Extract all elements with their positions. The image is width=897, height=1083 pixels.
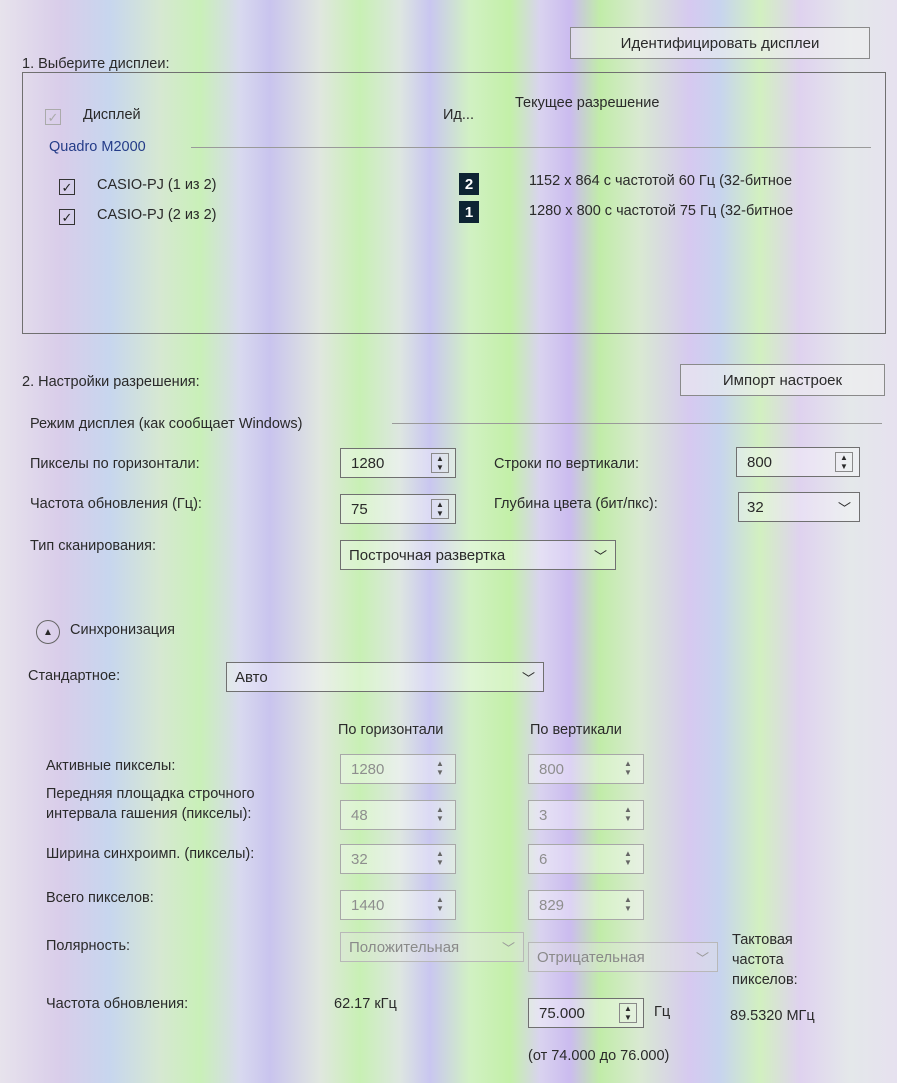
pixel-clock-label: Тактовая частота пикселов: — [732, 930, 798, 990]
refresh-rate-label: Частота обновления (Гц): — [30, 496, 202, 512]
front-porch-v-spinbox[interactable]: 3 ▲ ▼ — [528, 800, 644, 830]
v-refresh-spinbox[interactable]: 75.000 ▲ ▼ — [528, 998, 644, 1028]
display-id-badge: 1 — [459, 201, 479, 223]
timing-section-label[interactable]: Синхронизация — [70, 622, 175, 638]
sync-width-label: Ширина синхроимп. (пикселы): — [46, 846, 255, 862]
total-v-value: 829 — [539, 897, 565, 914]
front-porch-v-value: 3 — [539, 807, 548, 824]
section2-title: 2. Настройки разрешения: — [22, 374, 200, 390]
display-checkbox[interactable]: ✓ — [59, 209, 75, 225]
sync-width-v-spinbox[interactable]: 6 ▲ ▼ — [528, 844, 644, 874]
front-porch-label-1: Передняя площадка строчного — [46, 786, 255, 802]
v-lines-value: 800 — [747, 454, 773, 471]
chevron-down-icon: ﹀ — [695, 951, 709, 966]
front-porch-h-value: 48 — [351, 807, 368, 824]
sync-width-v-value: 6 — [539, 851, 548, 868]
spin-arrows-icon[interactable]: ▲ ▼ — [431, 849, 449, 869]
scan-type-select[interactable]: Построчная развертка ﹀ — [340, 540, 616, 570]
total-v-spinbox[interactable]: 829 ▲ ▼ — [528, 890, 644, 920]
refresh-rate-spinbox[interactable]: 75 ▲ ▼ — [340, 494, 456, 524]
display-name: CASIO-PJ (2 из 2) — [97, 207, 217, 223]
spin-arrows-icon[interactable]: ▲ ▼ — [431, 453, 449, 473]
active-v-value: 800 — [539, 761, 565, 778]
section1-title: 1. Выберите дисплеи: — [22, 56, 170, 72]
column-vertical: По вертикали — [530, 722, 622, 738]
pixel-clock-value: 89.5320 МГц — [730, 1008, 815, 1024]
v-lines-spinbox[interactable]: 800 ▲ ▼ — [736, 447, 860, 477]
h-refresh-value: 62.17 кГц — [334, 996, 397, 1012]
import-settings-button[interactable]: Импорт настроек — [680, 364, 885, 396]
spin-arrows-icon[interactable]: ▲ ▼ — [431, 759, 449, 779]
color-depth-value: 32 — [747, 499, 764, 516]
timing-refresh-label: Частота обновления: — [46, 996, 189, 1012]
polarity-h-select[interactable]: Положительная ﹀ — [340, 932, 524, 962]
color-depth-label: Глубина цвета (бит/пкс): — [494, 496, 658, 512]
gpu-group-label: Quadro M2000 — [49, 139, 146, 155]
display-resolution: 1152 x 864 с частотой 60 Гц (32-битное — [529, 173, 793, 189]
chevron-down-icon: ﹀ — [593, 549, 607, 564]
polarity-v-select[interactable]: Отрицательная ﹀ — [528, 942, 718, 972]
chevron-down-icon: ﹀ — [837, 501, 851, 516]
spin-arrows-icon[interactable]: ▲ ▼ — [619, 849, 637, 869]
column-header-resolution[interactable]: Текущее разрешение — [515, 95, 659, 111]
display-name: CASIO-PJ (1 из 2) — [97, 177, 217, 193]
refresh-range-text: (от 74.000 до 76.000) — [528, 1048, 670, 1064]
sync-width-h-spinbox[interactable]: 32 ▲ ▼ — [340, 844, 456, 874]
front-porch-label-2: интервала гашения (пикселы): — [46, 806, 252, 822]
front-porch-h-spinbox[interactable]: 48 ▲ ▼ — [340, 800, 456, 830]
gpu-group-divider — [191, 147, 871, 148]
standard-label: Стандартное: — [28, 668, 121, 684]
spin-arrows-icon[interactable]: ▲ ▼ — [619, 805, 637, 825]
spin-arrows-icon[interactable]: ▲ ▼ — [619, 895, 637, 915]
collapse-timing-icon[interactable]: ▲ — [36, 620, 60, 644]
h-pixels-label: Пикселы по горизонтали: — [30, 456, 200, 472]
h-pixels-value: 1280 — [351, 455, 385, 472]
column-horizontal: По горизонтали — [338, 722, 444, 738]
active-h-value: 1280 — [351, 761, 385, 778]
column-header-id[interactable]: Ид... — [443, 107, 474, 123]
spin-arrows-icon[interactable]: ▲ ▼ — [619, 1003, 637, 1023]
pixel-clock-label-line-2: частота — [732, 952, 784, 968]
display-id-badge: 2 — [459, 173, 479, 195]
spin-arrows-icon[interactable]: ▲ ▼ — [431, 895, 449, 915]
polarity-v-value: Отрицательная — [537, 949, 645, 966]
polarity-h-value: Положительная — [349, 939, 460, 956]
chevron-down-icon: ﹀ — [521, 671, 535, 686]
v-lines-label: Строки по вертикали: — [494, 456, 640, 472]
identify-displays-button[interactable]: Идентифицировать дисплеи — [570, 27, 870, 59]
spin-arrows-icon[interactable]: ▲ ▼ — [431, 805, 449, 825]
chevron-down-icon: ﹀ — [501, 941, 515, 956]
active-h-spinbox[interactable]: 1280 ▲ ▼ — [340, 754, 456, 784]
polarity-label: Полярность: — [46, 938, 131, 954]
sync-width-h-value: 32 — [351, 851, 368, 868]
display-checkbox[interactable]: ✓ — [59, 179, 75, 195]
standard-value: Авто — [235, 669, 268, 686]
spin-arrows-icon[interactable]: ▲ ▼ — [431, 499, 449, 519]
standard-select[interactable]: Авто ﹀ — [226, 662, 544, 692]
v-refresh-value: 75.000 — [539, 1005, 585, 1022]
pixel-clock-label-line-3: пикселов: — [732, 972, 798, 988]
scan-type-label: Тип сканирования: — [30, 538, 157, 554]
total-h-value: 1440 — [351, 897, 385, 914]
pixel-clock-label-line-1: Тактовая — [732, 932, 793, 948]
scan-type-value: Построчная развертка — [349, 547, 506, 564]
v-refresh-unit: Гц — [654, 1004, 671, 1020]
select-all-checkbox[interactable]: ✓ — [45, 109, 61, 125]
spin-arrows-icon[interactable]: ▲ ▼ — [835, 452, 853, 472]
display-mode-label: Режим дисплея (как сообщает Windows) — [30, 416, 303, 432]
displays-list: ✓ Дисплей Ид... Текущее разрешение Quadr… — [22, 72, 886, 334]
column-header-display[interactable]: Дисплей — [83, 107, 141, 123]
active-pixels-label: Активные пикселы: — [46, 758, 176, 774]
refresh-rate-value: 75 — [351, 501, 368, 518]
display-resolution: 1280 x 800 с частотой 75 Гц (32-битное — [529, 203, 794, 219]
total-pixels-label: Всего пикселов: — [46, 890, 154, 906]
active-v-spinbox[interactable]: 800 ▲ ▼ — [528, 754, 644, 784]
display-mode-divider — [392, 423, 882, 424]
spin-arrows-icon[interactable]: ▲ ▼ — [619, 759, 637, 779]
color-depth-select[interactable]: 32 ﹀ — [738, 492, 860, 522]
h-pixels-spinbox[interactable]: 1280 ▲ ▼ — [340, 448, 456, 478]
total-h-spinbox[interactable]: 1440 ▲ ▼ — [340, 890, 456, 920]
